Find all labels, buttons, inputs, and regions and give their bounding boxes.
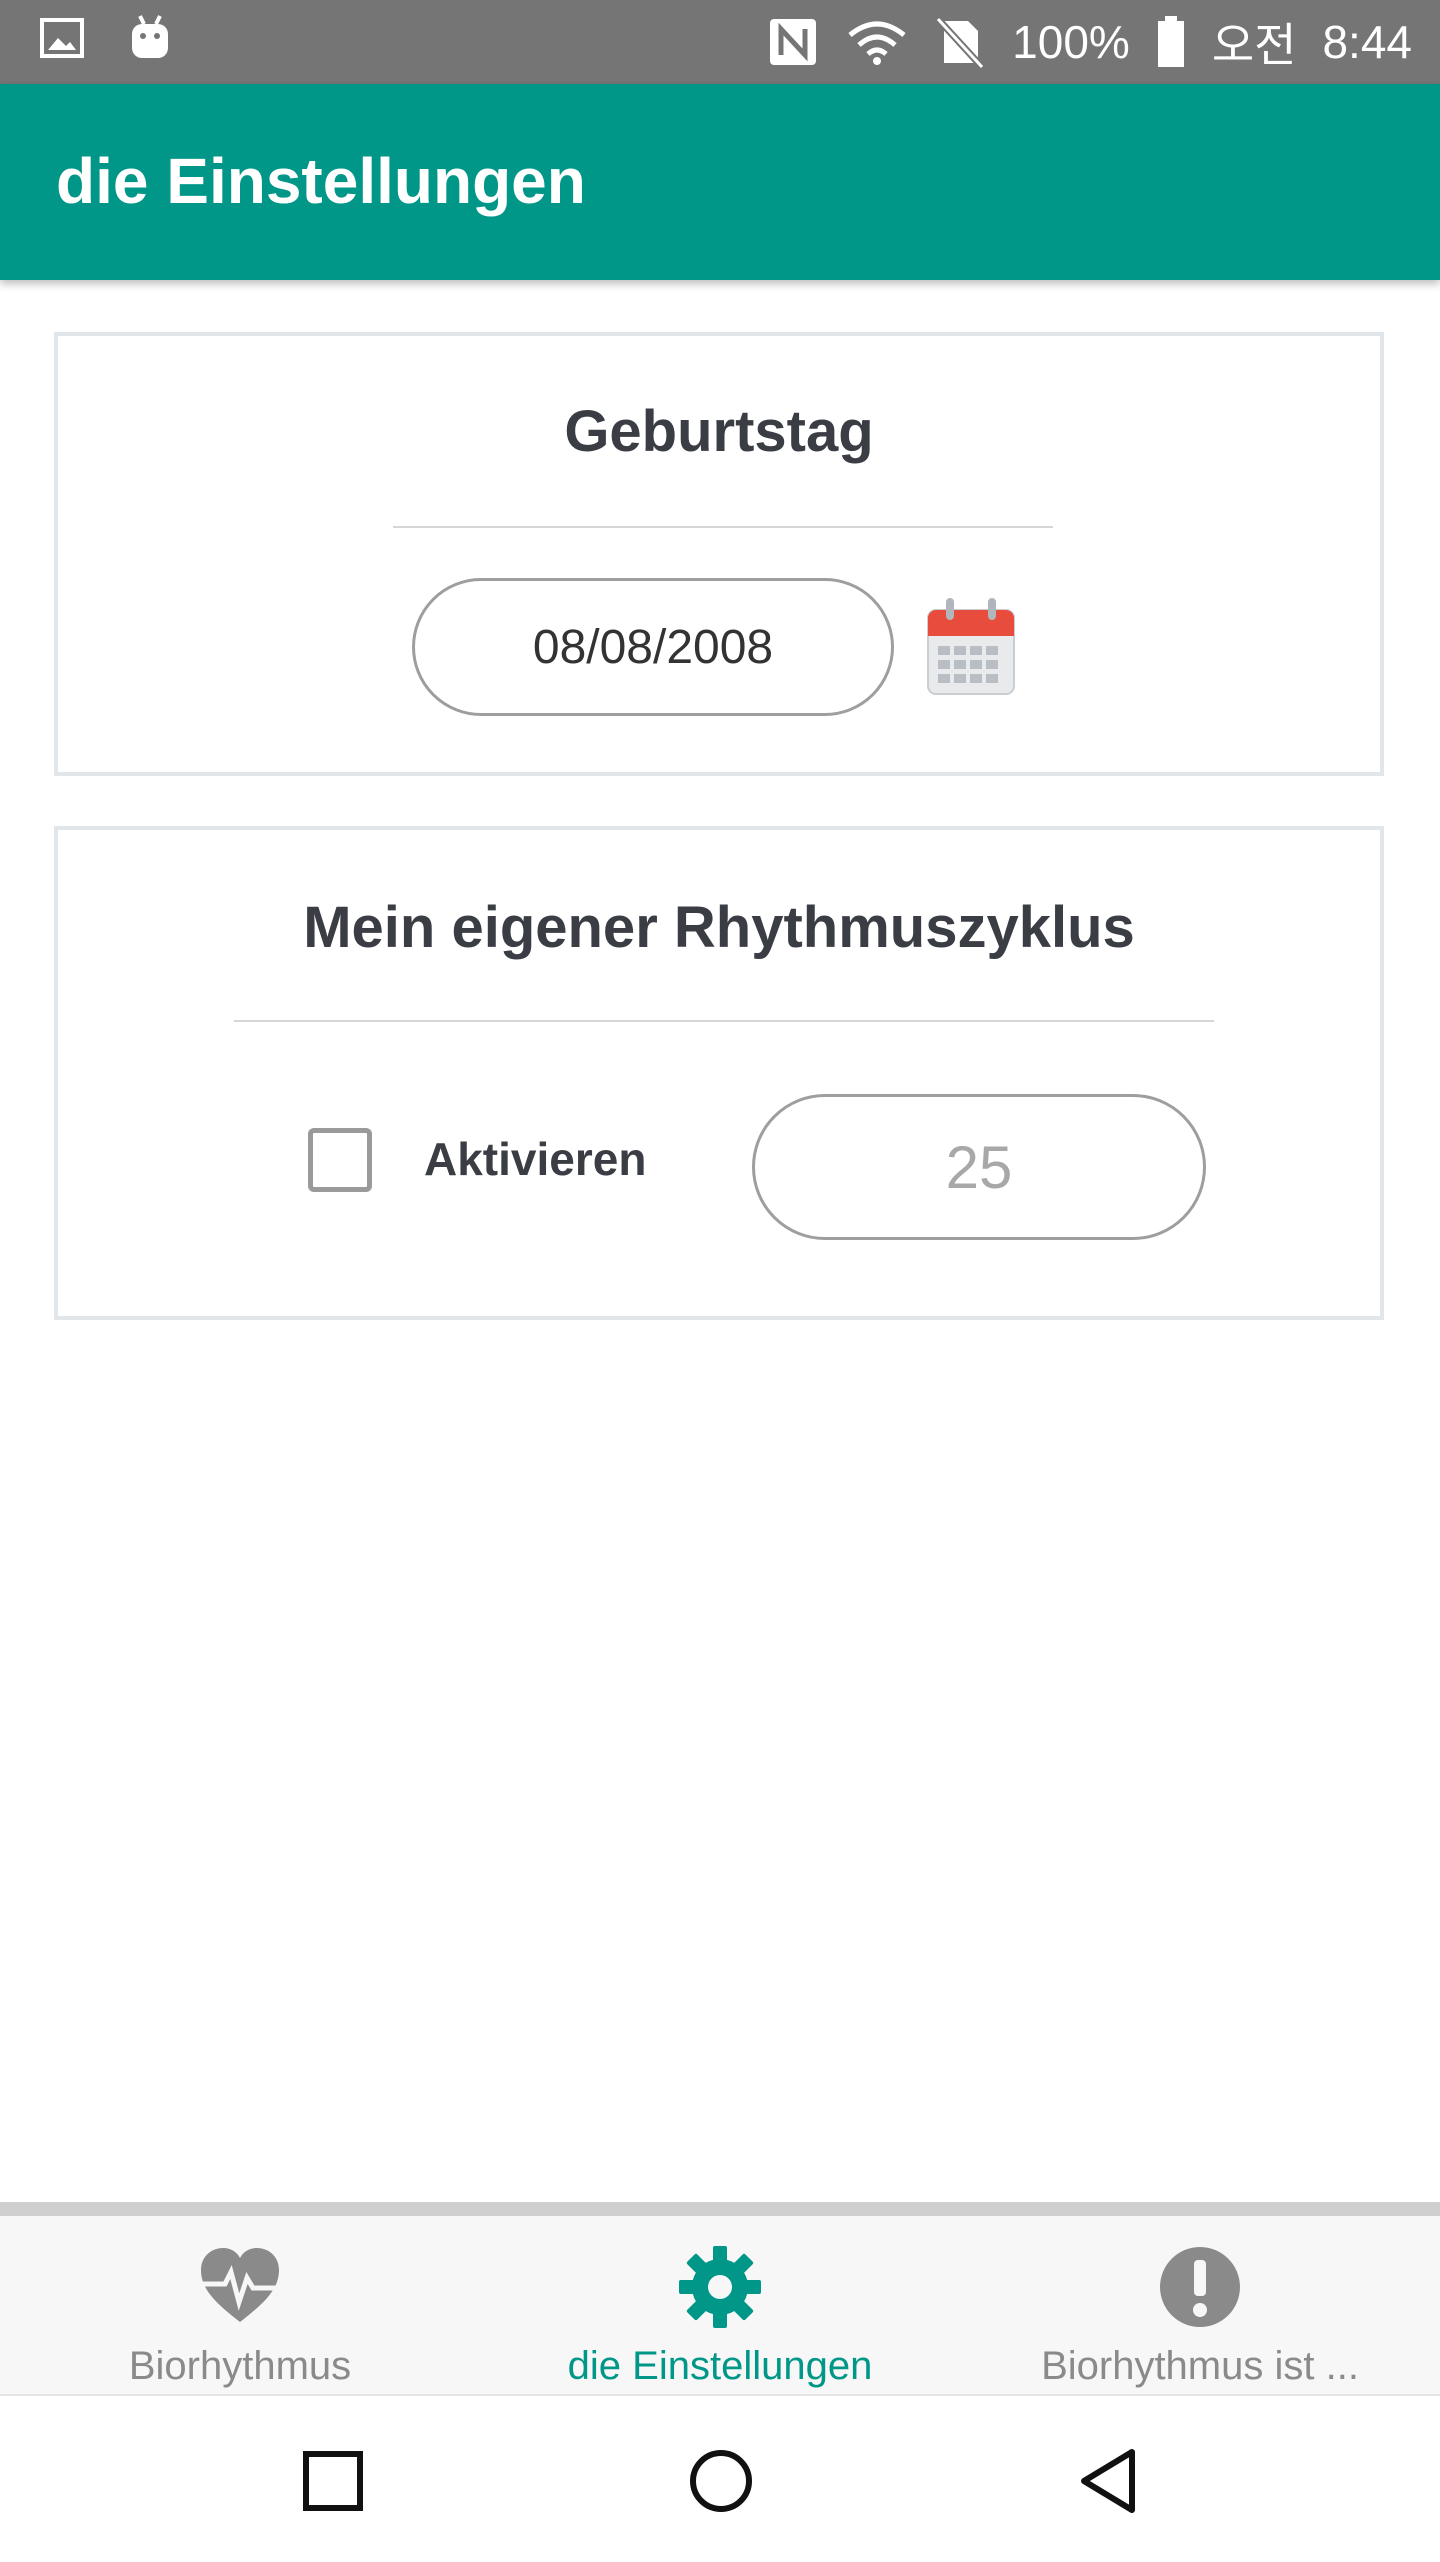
back-triangle-icon[interactable]: [1074, 2446, 1144, 2516]
nav-label-biorhythmus: Biorhythmus: [128, 2344, 352, 2388]
system-navigation-bar: [0, 2394, 1440, 2562]
clock: 8:44: [1322, 16, 1412, 68]
image-icon: [40, 18, 84, 58]
no-sim-icon: [935, 16, 985, 69]
ampm-label: 오전: [1211, 19, 1297, 71]
home-circle-icon[interactable]: [686, 2446, 756, 2516]
wifi-icon: [848, 21, 906, 65]
exclamation-icon: [1160, 2247, 1240, 2327]
rhythm-divider: [234, 1020, 1214, 1022]
nav-label-settings: die Einstellungen: [567, 2344, 873, 2388]
nav-item-info[interactable]: Biorhythmus ist ...: [960, 2216, 1440, 2394]
heart-pulse-icon: [201, 2248, 279, 2322]
nav-item-biorhythmus[interactable]: Biorhythmus: [0, 2216, 480, 2394]
battery-percent: 100%: [1012, 16, 1130, 68]
gear-icon: [679, 2246, 761, 2328]
cycle-length-input[interactable]: 25: [752, 1094, 1206, 1240]
birthday-date-field[interactable]: 08/08/2008: [412, 578, 894, 716]
battery-icon: [1157, 16, 1184, 67]
rhythm-card-title: Mein eigener Rhythmuszyklus: [303, 895, 1135, 960]
status-bar: 100% 오전 8:44: [0, 0, 1440, 84]
activate-checkbox[interactable]: [308, 1128, 372, 1192]
app-bar: die Einstellungen: [0, 84, 1440, 280]
calendar-icon[interactable]: [926, 596, 1016, 696]
page-title: die Einstellungen: [56, 145, 586, 217]
birthday-card-title: Geburtstag: [564, 399, 874, 464]
birthday-divider: [393, 526, 1053, 528]
activate-label[interactable]: Aktivieren: [424, 1132, 646, 1186]
android-icon: [132, 15, 168, 58]
nfc-icon: [770, 19, 817, 65]
nav-item-settings[interactable]: die Einstellungen: [480, 2216, 960, 2394]
birthday-card: Geburtstag 08/08/2008: [54, 332, 1384, 776]
bottom-navigation: Biorhythmus die Einstellungen Biorhythmu…: [0, 2202, 1440, 2394]
recents-square-icon[interactable]: [298, 2446, 368, 2516]
rhythm-cycle-card: Mein eigener Rhythmuszyklus Aktivieren 2…: [54, 826, 1384, 1320]
nav-label-info: Biorhythmus ist ...: [1041, 2344, 1359, 2388]
